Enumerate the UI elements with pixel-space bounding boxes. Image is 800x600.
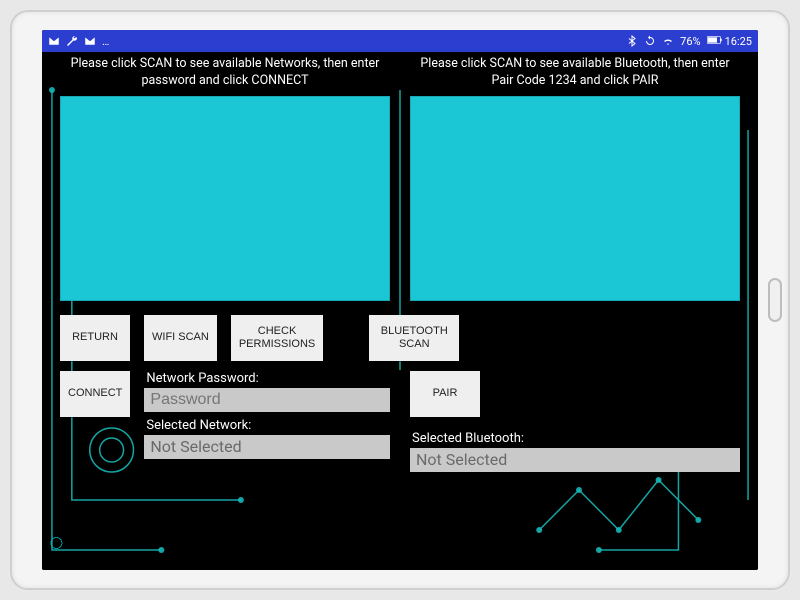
battery-text: 76%	[680, 35, 700, 48]
connect-button[interactable]: CONNECT	[60, 371, 130, 417]
spacer	[337, 315, 355, 361]
wifi-icon	[662, 35, 674, 47]
mail-icon	[84, 35, 96, 47]
scan-panels	[60, 96, 740, 301]
status-bar: … 76% 16:25	[42, 30, 758, 52]
pair-button[interactable]: PAIR	[410, 371, 480, 417]
sync-icon	[644, 35, 656, 47]
status-time: 16:25	[725, 35, 752, 48]
wifi-scan-button[interactable]: WIFI SCAN	[144, 315, 217, 361]
selected-network-label: Selected Network:	[146, 418, 390, 433]
battery-icon	[707, 35, 719, 47]
selected-bluetooth-value: Not Selected	[410, 448, 740, 472]
button-row: RETURN WIFI SCAN CHECK PERMISSIONS BLUET…	[60, 315, 740, 361]
selected-bluetooth-label: Selected Bluetooth:	[412, 431, 740, 446]
bluetooth-icon	[626, 35, 638, 47]
wrench-icon	[66, 35, 78, 47]
bluetooth-instructions: Please click SCAN to see available Bluet…	[410, 56, 740, 90]
wifi-scan-panel[interactable]	[60, 96, 390, 301]
screen: … 76% 16:25 Please c	[42, 30, 758, 570]
check-permissions-button[interactable]: CHECK PERMISSIONS	[231, 315, 323, 361]
tablet-home-button[interactable]	[768, 278, 782, 322]
selected-network-value: Not Selected	[144, 435, 390, 459]
status-ellipsis: …	[102, 35, 109, 48]
wifi-section: CONNECT Network Password: Selected Netwo…	[60, 371, 390, 472]
status-right: 76% 16:25	[626, 35, 752, 48]
return-button[interactable]: RETURN	[60, 315, 130, 361]
lower-row: CONNECT Network Password: Selected Netwo…	[60, 371, 740, 472]
status-left: …	[48, 35, 109, 48]
network-password-input[interactable]	[144, 388, 390, 412]
tablet-frame: … 76% 16:25 Please c	[10, 10, 790, 590]
mail-icon	[48, 35, 60, 47]
bluetooth-section: PAIR Selected Bluetooth: Not Selected	[410, 371, 740, 472]
bluetooth-scan-panel[interactable]	[410, 96, 740, 301]
instructions-row: Please click SCAN to see available Netwo…	[60, 56, 740, 90]
network-password-label: Network Password:	[146, 371, 390, 386]
bluetooth-scan-button[interactable]: BLUETOOTH SCAN	[369, 315, 459, 361]
content: Please click SCAN to see available Netwo…	[42, 52, 758, 570]
wifi-instructions: Please click SCAN to see available Netwo…	[60, 56, 390, 90]
